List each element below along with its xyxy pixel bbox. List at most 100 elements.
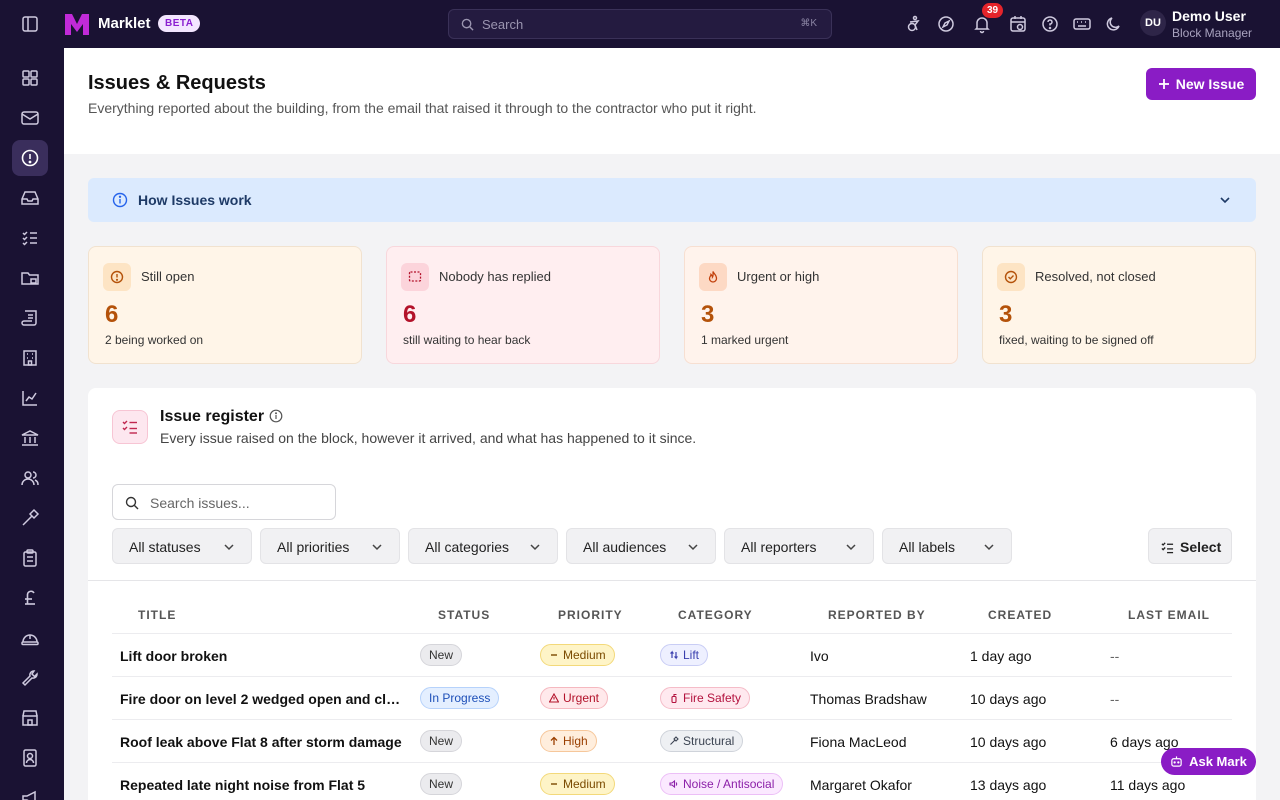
minus-icon — [551, 654, 557, 656]
how-issues-work-label: How Issues work — [138, 192, 252, 208]
stat-card-urgent-high[interactable]: Urgent or high 3 1 marked urgent — [684, 246, 958, 364]
how-issues-work-banner[interactable]: How Issues work — [88, 178, 1256, 222]
table-row[interactable]: Lift door broken New Medium Lift Ivo 1 d… — [112, 633, 1232, 676]
select-button[interactable]: Select — [1148, 528, 1232, 564]
clipboard-icon — [23, 549, 37, 567]
sidebar-item-maintenance[interactable] — [12, 660, 48, 696]
sidebar-item-tasks[interactable] — [12, 220, 48, 256]
alert-circle-icon — [110, 270, 124, 284]
global-search[interactable]: Search ⌘K — [448, 9, 832, 39]
column-header-priority[interactable]: PRIORITY — [558, 608, 623, 622]
register-title: Issue register — [160, 408, 265, 425]
filter-reporter[interactable]: All reporters — [724, 528, 874, 564]
sidebar — [0, 48, 64, 800]
issue-title[interactable]: Repeated late night noise from Flat 5 — [120, 777, 365, 793]
sidebar-item-issues[interactable] — [12, 140, 48, 176]
issue-title[interactable]: Lift door broken — [120, 648, 227, 664]
issue-title[interactable]: Roof leak above Flat 8 after storm damag… — [120, 734, 402, 750]
sidebar-item-finance-bank[interactable] — [12, 420, 48, 456]
priority-badge: Medium — [540, 644, 615, 666]
calendar-clock-icon[interactable] — [1008, 14, 1028, 34]
accessibility-icon[interactable] — [904, 14, 924, 34]
status-text: New — [429, 734, 454, 748]
stat-icon-wrap — [103, 263, 131, 291]
column-header-category[interactable]: CATEGORY — [678, 608, 753, 622]
sidebar-item-reports[interactable] — [12, 380, 48, 416]
store-icon — [22, 710, 38, 726]
sidebar-item-inbox[interactable] — [12, 180, 48, 216]
filter-labels[interactable]: All labels — [882, 528, 1012, 564]
column-header-last-email[interactable]: LAST EMAIL — [1128, 608, 1210, 622]
folder-lock-icon — [21, 272, 39, 285]
new-issue-button[interactable]: New Issue — [1146, 68, 1256, 100]
stat-value: 6 — [105, 301, 119, 328]
chevron-down-icon — [530, 544, 540, 551]
chevron-down-icon — [846, 544, 856, 551]
user-role: Block Manager — [1172, 26, 1253, 40]
sidebar-item-buildings[interactable] — [12, 340, 48, 376]
top-bar: Marklet BETA Search ⌘K 39 DU Demo User B… — [0, 0, 1280, 48]
dashboard-icon — [22, 70, 38, 86]
keyboard-icon[interactable] — [1072, 14, 1092, 34]
arrow-up-icon — [550, 736, 558, 745]
sidebar-item-safety[interactable] — [12, 620, 48, 656]
help-icon[interactable] — [1040, 14, 1060, 34]
brand-name: Marklet — [98, 15, 151, 32]
column-header-title[interactable]: TITLE — [138, 608, 176, 622]
message-square-dashed-icon — [408, 271, 422, 282]
column-header-created[interactable]: CREATED — [988, 608, 1052, 622]
stat-card-resolved-not-closed[interactable]: Resolved, not closed 3 fixed, waiting to… — [982, 246, 1256, 364]
compass-icon[interactable] — [936, 14, 956, 34]
sidebar-item-finance[interactable] — [12, 580, 48, 616]
moon-icon[interactable] — [1104, 14, 1124, 34]
bot-icon — [1171, 756, 1182, 767]
ask-mark-button[interactable]: Ask Mark — [1161, 748, 1256, 775]
table-row[interactable]: Roof leak above Flat 8 after storm damag… — [112, 719, 1232, 762]
created-time: 1 day ago — [970, 648, 1032, 664]
stat-card-nobody-replied[interactable]: Nobody has replied 6 still waiting to he… — [386, 246, 660, 364]
stat-icon-wrap — [401, 263, 429, 291]
hammer-icon — [22, 508, 40, 526]
sidebar-item-contractors[interactable] — [12, 500, 48, 536]
sidebar-toggle-icon[interactable] — [20, 14, 40, 34]
sidebar-item-announcements[interactable] — [12, 780, 48, 800]
sidebar-item-suppliers[interactable] — [12, 700, 48, 736]
category-badge: Structural — [660, 730, 744, 752]
table-row[interactable]: Fire door on level 2 wedged open and clo… — [112, 676, 1232, 719]
bank-icon — [21, 430, 39, 446]
sidebar-item-documents[interactable] — [12, 260, 48, 296]
sidebar-item-compliance[interactable] — [12, 540, 48, 576]
column-header-reported-by[interactable]: REPORTED BY — [828, 608, 926, 622]
checklist-icon — [22, 231, 37, 246]
column-header-status[interactable]: STATUS — [438, 608, 490, 622]
scroll-icon — [21, 310, 37, 326]
filter-priority[interactable]: All priorities — [260, 528, 400, 564]
sidebar-item-dashboard[interactable] — [12, 60, 48, 96]
marklet-logo-icon[interactable] — [64, 12, 90, 36]
stat-sub: 2 being worked on — [105, 333, 204, 347]
status-text: New — [429, 777, 454, 791]
user-name[interactable]: Demo User — [1172, 8, 1246, 24]
info-icon[interactable] — [269, 409, 283, 423]
stat-label: Still open — [141, 269, 195, 284]
status-badge: In Progress — [420, 687, 500, 709]
filter-audience[interactable]: All audiences — [566, 528, 716, 564]
filter-category[interactable]: All categories — [408, 528, 558, 564]
alert-triangle-icon — [549, 693, 559, 703]
priority-text: Urgent — [563, 691, 600, 705]
category-badge: Lift — [660, 644, 709, 666]
sidebar-item-mail[interactable] — [12, 100, 48, 136]
issue-search-input[interactable]: Search issues... — [112, 484, 336, 520]
table-row[interactable]: Repeated late night noise from Flat 5 Ne… — [112, 762, 1232, 800]
issue-title[interactable]: Fire door on level 2 wedged open and clo… — [120, 691, 404, 707]
sidebar-item-notices[interactable] — [12, 300, 48, 336]
beta-badge: BETA — [158, 15, 201, 32]
category-text: Lift — [683, 648, 700, 662]
chevron-down-icon[interactable] — [1218, 193, 1232, 207]
chevron-down-icon — [688, 544, 698, 551]
sidebar-item-people[interactable] — [12, 460, 48, 496]
avatar[interactable]: DU — [1140, 10, 1166, 36]
stat-card-still-open[interactable]: Still open 6 2 being worked on — [88, 246, 362, 364]
sidebar-item-contacts[interactable] — [12, 740, 48, 776]
filter-status[interactable]: All statuses — [112, 528, 252, 564]
